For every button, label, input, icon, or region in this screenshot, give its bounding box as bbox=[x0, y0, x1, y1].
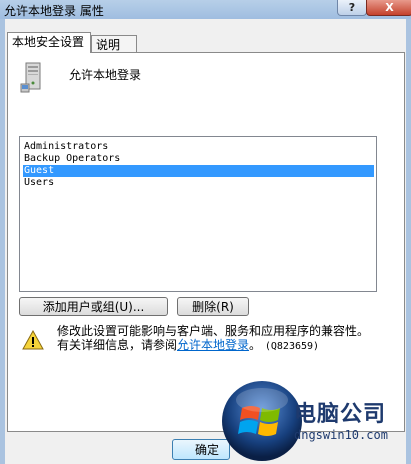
list-item-backup-operators[interactable]: Backup Operators bbox=[23, 153, 374, 165]
add-user-or-group-button[interactable]: 添加用户或组(U)... bbox=[19, 297, 168, 316]
window-frame-right bbox=[406, 19, 411, 464]
window-frame-left bbox=[0, 19, 5, 464]
list-item-guest[interactable]: Guest bbox=[23, 165, 374, 177]
members-listbox[interactable]: Administrators Backup Operators Guest Us… bbox=[19, 136, 377, 292]
warning-text-line2: 有关详细信息，请参阅允许本地登录。 (Q823659) bbox=[57, 336, 319, 353]
watermark-brand: 电脑公司 bbox=[294, 402, 387, 427]
warning-text-suffix: 。 bbox=[249, 338, 262, 352]
warning-text-prefix: 有关详细信息，请参阅 bbox=[57, 338, 178, 352]
window-title: 允许本地登录 属性 bbox=[4, 4, 104, 18]
list-item-administrators[interactable]: Administrators bbox=[23, 141, 374, 153]
list-item-users[interactable]: Users bbox=[23, 177, 374, 189]
warning-triangle-icon bbox=[22, 330, 44, 350]
policy-name: 允许本地登录 bbox=[69, 68, 142, 82]
windows-orb-logo bbox=[222, 381, 302, 461]
watermark-url: dngswin10.com bbox=[294, 428, 388, 442]
tab-local-security-setting[interactable]: 本地安全设置 bbox=[7, 32, 91, 53]
server-computer-icon bbox=[20, 62, 41, 93]
close-button[interactable]: X bbox=[366, 0, 411, 16]
kb-reference: (Q823659) bbox=[264, 341, 320, 352]
help-button[interactable]: ? bbox=[337, 0, 367, 16]
policy-help-link[interactable]: 允许本地登录 bbox=[177, 338, 249, 352]
remove-button[interactable]: 删除(R) bbox=[177, 297, 249, 316]
